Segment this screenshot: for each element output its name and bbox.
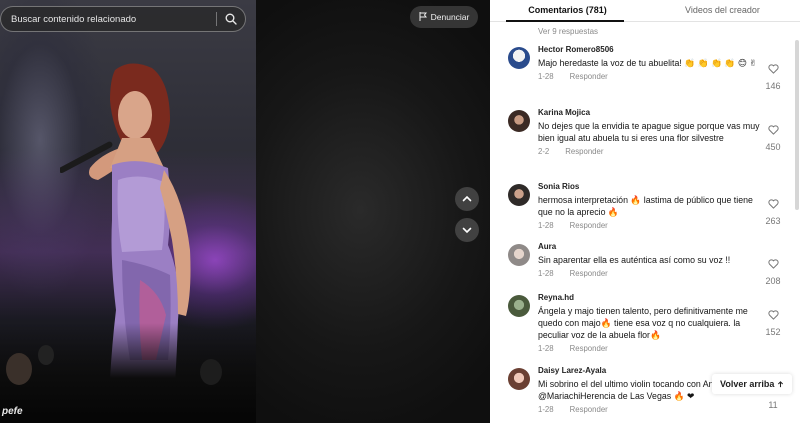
- reply-link[interactable]: Responder: [570, 269, 608, 278]
- comment-date: 1-28: [538, 221, 554, 230]
- comment-text: hermosa interpretación 🔥 lastima de públ…: [538, 195, 753, 217]
- like-count: 450: [765, 142, 781, 152]
- chevron-up-icon: [462, 195, 472, 202]
- comments-panel: Comentarios (781) Videos del creador Ver…: [490, 0, 800, 423]
- video-frame[interactable]: pefe: [0, 0, 256, 423]
- comment-author[interactable]: Sonia Rios: [538, 182, 760, 192]
- avatar[interactable]: [508, 184, 530, 206]
- chevron-down-icon: [462, 227, 472, 234]
- comment-text: Majo heredaste la voz de tu abuelita! 👏 …: [538, 58, 757, 68]
- heart-icon: [767, 125, 779, 135]
- reply-link[interactable]: Responder: [570, 72, 608, 81]
- panel-tabs: Comentarios (781) Videos del creador: [490, 0, 800, 22]
- comment-date: 1-28: [538, 269, 554, 278]
- like-count: 146: [765, 81, 781, 91]
- like-count: 11: [768, 400, 778, 410]
- avatar[interactable]: [508, 368, 530, 390]
- reply-link[interactable]: Responder: [570, 344, 608, 353]
- comment-date: 1-28: [538, 405, 554, 414]
- like-button[interactable]: 450: [762, 122, 784, 152]
- reply-link[interactable]: Responder: [570, 405, 608, 414]
- previous-video-button[interactable]: [455, 187, 479, 211]
- back-to-top-label: Volver arriba: [720, 379, 775, 389]
- view-replies-link[interactable]: Ver 9 respuestas: [490, 22, 800, 38]
- search-icon[interactable]: [217, 6, 245, 32]
- heart-icon: [767, 199, 779, 209]
- comment-author[interactable]: Karina Mojica: [538, 108, 760, 118]
- overlay-brand-text: pefe: [2, 406, 23, 417]
- comment-author[interactable]: Reyna.hd: [538, 293, 760, 303]
- comment-text: No dejes que la envidia te apague sigue …: [538, 121, 760, 143]
- like-button[interactable]: 263: [762, 196, 784, 226]
- avatar[interactable]: [508, 295, 530, 317]
- flag-icon: [419, 11, 427, 23]
- reply-link[interactable]: Responder: [565, 147, 603, 156]
- related-search-input[interactable]: Buscar contenido relacionado: [0, 6, 246, 32]
- comment-date: 2-2: [538, 147, 550, 156]
- heart-icon: [767, 310, 779, 320]
- arrow-up-icon: [778, 380, 784, 387]
- like-button[interactable]: 208: [762, 256, 784, 286]
- heart-icon: [767, 259, 779, 269]
- report-button[interactable]: Denunciar: [410, 6, 478, 28]
- comment-text: Ángela y majo tienen talento, pero defin…: [538, 306, 748, 340]
- tab-comments[interactable]: Comentarios (781): [490, 0, 645, 21]
- like-count: 152: [765, 327, 781, 337]
- comment-author[interactable]: Hector Romero8506: [538, 45, 760, 55]
- video-player-area: pefe Buscar contenido relacionado Denunc…: [0, 0, 490, 423]
- avatar[interactable]: [508, 110, 530, 132]
- comment-author[interactable]: Aura: [538, 242, 760, 252]
- back-to-top-button[interactable]: Volver arriba: [712, 374, 793, 394]
- like-count: 263: [765, 216, 781, 226]
- comment-date: 1-28: [538, 72, 554, 81]
- active-tab-indicator: [506, 20, 624, 22]
- comment-text: Sin aparentar ella es auténtica así como…: [538, 255, 731, 265]
- crowd-silhouette: [0, 323, 256, 423]
- avatar[interactable]: [508, 47, 530, 69]
- next-video-button[interactable]: [455, 218, 479, 242]
- avatar[interactable]: [508, 244, 530, 266]
- tab-creator-videos[interactable]: Videos del creador: [645, 0, 800, 21]
- reply-link[interactable]: Responder: [570, 221, 608, 230]
- heart-icon: [767, 64, 779, 74]
- like-button[interactable]: 146: [762, 61, 784, 91]
- report-label: Denunciar: [430, 12, 470, 22]
- scrollbar[interactable]: [795, 40, 799, 210]
- like-button[interactable]: 152: [762, 307, 784, 337]
- like-count: 208: [765, 276, 781, 286]
- search-placeholder: Buscar contenido relacionado: [11, 13, 137, 25]
- comment-date: 1-28: [538, 344, 554, 353]
